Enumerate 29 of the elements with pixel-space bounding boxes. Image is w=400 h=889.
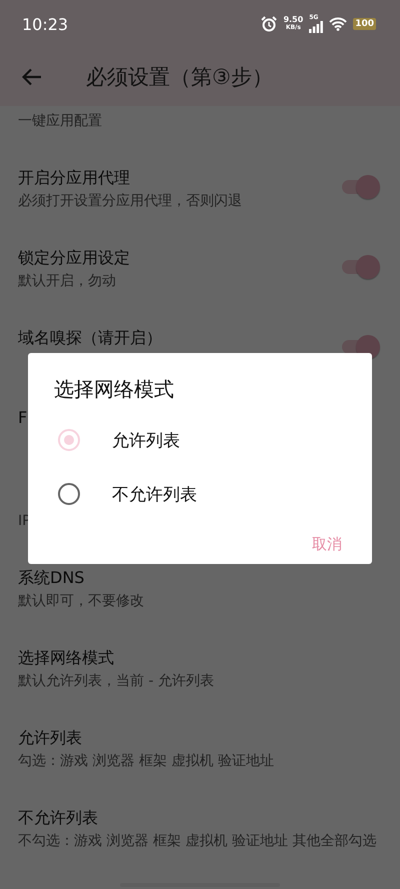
setting-description: 一键应用配置 [18, 112, 102, 131]
setting-title: 开启分应用代理 [18, 167, 131, 189]
setting-title: 不允许列表 [18, 807, 99, 829]
setting-description: 不勾选：游戏 浏览器 框架 虚拟机 验证地址 其他全部勾选 [18, 832, 376, 851]
setting-description: 默认允许列表，当前 - 允许列表 [18, 672, 214, 691]
back-arrow-icon [22, 68, 42, 86]
network-speed: 9.50 [283, 16, 304, 24]
setting-description: 必须打开设置分应用代理，否则闪退 [18, 192, 242, 211]
setting-title: 允许列表 [18, 727, 83, 749]
option-label[interactable]: 不允许列表 [112, 482, 197, 506]
setting-description: 默认开启，勿动 [18, 272, 117, 291]
radio-button[interactable] [58, 483, 80, 505]
toggle-switch[interactable] [340, 174, 382, 200]
signal-icon [309, 21, 324, 33]
dialog-title: 选择网络模式 [54, 376, 175, 403]
toggle-switch[interactable] [340, 254, 382, 280]
setting-title: 锁定分应用设定 [18, 247, 130, 269]
battery-level: 100 [353, 18, 376, 30]
setting-description: 默认即可，不要修改 [18, 592, 144, 611]
setting-title: 系统DNS [18, 567, 86, 589]
setting-title: F [18, 407, 28, 429]
option-label[interactable]: 允许列表 [112, 428, 180, 452]
setting-description: 勾选：游戏 浏览器 框架 虚拟机 验证地址 [18, 752, 274, 771]
alarm-icon [261, 16, 278, 32]
setting-title: 域名嗅探（请开启） [18, 327, 162, 349]
wifi-icon [329, 17, 348, 31]
screen-title: 必须设置（第③步） [86, 64, 273, 91]
setting-title: 选择网络模式 [18, 647, 115, 669]
clock-time: 10:23 [22, 14, 68, 34]
